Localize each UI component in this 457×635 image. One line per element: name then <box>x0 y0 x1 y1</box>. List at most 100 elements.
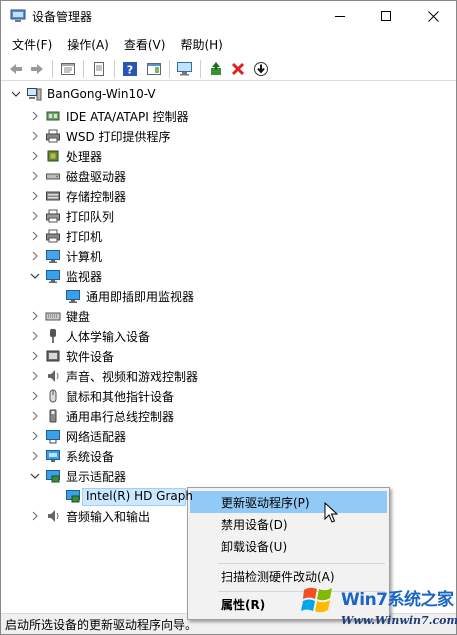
expand-toggle-printers[interactable] <box>30 231 40 241</box>
expand-toggle-wsd-print-provider[interactable] <box>30 131 40 141</box>
context-disable-device[interactable]: 禁用设备(D) <box>190 513 387 535</box>
printer-icon <box>46 229 60 243</box>
chevron-right-icon <box>32 511 38 521</box>
tree-item-label: 处理器 <box>66 149 103 164</box>
menu-file[interactable]: 文件(F) <box>5 34 59 55</box>
chevron-right-icon <box>32 411 38 421</box>
chevron-right-icon <box>32 111 38 121</box>
expand-toggle-monitors[interactable] <box>30 271 40 281</box>
back-button[interactable] <box>6 59 26 79</box>
storage-controller-icon <box>46 191 60 201</box>
chevron-down-icon <box>30 473 40 479</box>
menu-bar: 文件(F) 操作(A) 查看(V) 帮助(H) <box>1 33 456 55</box>
expand-toggle-audio-inputs-outputs[interactable] <box>30 511 40 521</box>
tree-item-wsd-print-provider[interactable]: WSD 打印提供程序 <box>45 126 171 146</box>
tree-item-label: 人体学输入设备 <box>66 329 151 344</box>
menu-action[interactable]: 操作(A) <box>60 34 116 55</box>
tree-item-monitors[interactable]: 监视器 <box>45 266 102 286</box>
expand-toggle-system-devices[interactable] <box>30 451 40 461</box>
tree-item-audio-inputs-outputs[interactable]: 音频输入和输出 <box>45 506 150 526</box>
tree-item-disk-drives[interactable]: 磁盘驱动器 <box>45 166 126 186</box>
chevron-down-icon <box>11 91 21 97</box>
tree-item-network-adapters[interactable]: 网络适配器 <box>45 426 126 446</box>
close-icon <box>427 10 439 22</box>
context-update-driver[interactable]: 更新驱动程序(P) <box>190 491 387 513</box>
tree-item-label: 磁盘驱动器 <box>66 169 127 184</box>
expand-toggle-network-adapters[interactable] <box>30 431 40 441</box>
expand-toggle-storage-controllers[interactable] <box>30 191 40 201</box>
tree-item-ide-ata-atapi-controllers[interactable]: IDE ATA/ATAPI 控制器 <box>45 106 189 126</box>
tree-item-storage-controllers[interactable]: 存储控制器 <box>45 186 126 206</box>
tree-item-keyboards[interactable]: 键盘 <box>45 306 90 326</box>
expand-toggle-display-adapters[interactable] <box>30 471 40 481</box>
toolbar: ? <box>1 56 456 81</box>
watermark: Win7系统之家 Www.Winwin7.com <box>297 575 457 635</box>
tree-item-label: 计算机 <box>66 249 103 264</box>
title-bar[interactable]: 设备管理器 <box>1 1 456 31</box>
context-uninstall-device[interactable]: 卸载设备(U) <box>190 535 387 557</box>
print-button[interactable] <box>89 59 109 79</box>
toolbar-separator <box>114 60 115 78</box>
software-device-icon <box>46 350 60 362</box>
tree-item-human-interface-devices[interactable]: 人体学输入设备 <box>45 326 150 346</box>
expand-toggle-mice-pointing-devices[interactable] <box>30 391 40 401</box>
tree-item-printers[interactable]: 打印机 <box>45 226 102 246</box>
minimize-button[interactable] <box>317 1 363 31</box>
close-button[interactable] <box>410 1 456 31</box>
hid-icon <box>50 329 56 343</box>
tree-item-sound-video-game-controllers[interactable]: 声音、视频和游戏控制器 <box>45 366 198 386</box>
expand-toggle-computer[interactable] <box>30 251 40 261</box>
update-driver-button[interactable] <box>206 59 226 79</box>
help-icon: ? <box>123 62 137 77</box>
maximize-button[interactable] <box>363 1 409 31</box>
root-label: BanGong-Win10-V <box>47 87 156 101</box>
expand-toggle-processors[interactable] <box>30 151 40 161</box>
expand-toggle-keyboards[interactable] <box>30 311 40 321</box>
action-pane-button[interactable] <box>144 59 164 79</box>
tree-item-generic-pnp-monitor[interactable]: 通用即插即用监视器 <box>65 286 194 306</box>
processor-icon <box>47 150 59 162</box>
tree-item-display-adapters[interactable]: 显示适配器 <box>45 466 126 486</box>
properties-sheet-icon <box>61 63 75 75</box>
tree-item-label: 鼠标和其他指针设备 <box>66 389 175 404</box>
tree-item-intel-hd-graphics[interactable]: Intel(R) HD Graph <box>65 486 193 506</box>
menu-view[interactable]: 查看(V) <box>117 34 173 55</box>
tree-item-mice-pointing-devices[interactable]: 鼠标和其他指针设备 <box>45 386 174 406</box>
expand-toggle-human-interface-devices[interactable] <box>30 331 40 341</box>
window-title: 设备管理器 <box>32 10 93 24</box>
chevron-right-icon <box>32 131 38 141</box>
uninstall-x-icon <box>231 62 245 76</box>
chevron-right-icon <box>32 251 38 261</box>
add-legacy-hardware-button[interactable] <box>251 59 271 79</box>
show-hide-console-tree-button[interactable] <box>58 59 78 79</box>
device-manager-app-icon <box>10 9 26 22</box>
printer-icon <box>46 129 60 143</box>
uninstall-device-button[interactable] <box>228 59 248 79</box>
computer-icon <box>46 250 60 263</box>
mouse-icon <box>49 389 57 403</box>
root-collapse-toggle[interactable] <box>11 89 21 99</box>
expand-toggle-software-devices[interactable] <box>30 351 40 361</box>
tree-item-label: 通用串行总线控制器 <box>66 409 175 424</box>
tree-item-print-queues[interactable]: 打印队列 <box>45 206 114 226</box>
expand-toggle-sound-video-game-controllers[interactable] <box>30 371 40 381</box>
status-text: 启动所选设备的更新驱动程序向导。 <box>5 617 198 632</box>
tree-item-software-devices[interactable]: 软件设备 <box>45 346 114 366</box>
tree-item-usb-controllers[interactable]: 通用串行总线控制器 <box>45 406 174 426</box>
usb-icon <box>49 409 57 423</box>
tree-item-processors[interactable]: 处理器 <box>45 146 102 166</box>
back-arrow-icon <box>10 64 22 74</box>
tree-root-computer[interactable]: BanGong-Win10-V <box>26 84 156 104</box>
menu-help[interactable]: 帮助(H) <box>173 34 229 55</box>
expand-toggle-disk-drives[interactable] <box>30 171 40 181</box>
expand-toggle-usb-controllers[interactable] <box>30 411 40 421</box>
watermark-brand: Win7系统之家 <box>341 590 454 610</box>
tree-item-computer[interactable]: 计算机 <box>45 246 102 266</box>
tree-item-system-devices[interactable]: 系统设备 <box>45 446 114 466</box>
expand-toggle-ide-ata-atapi-controllers[interactable] <box>30 111 40 121</box>
forward-button[interactable] <box>27 59 47 79</box>
expand-toggle-print-queues[interactable] <box>30 211 40 221</box>
tree-item-label: 存储控制器 <box>66 189 127 204</box>
scan-hardware-button[interactable] <box>175 59 195 79</box>
help-button[interactable]: ? <box>120 59 140 79</box>
